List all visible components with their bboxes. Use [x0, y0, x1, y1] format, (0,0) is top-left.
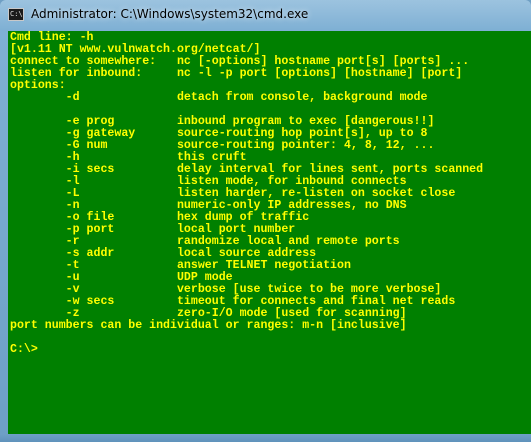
title-bar[interactable]: C:\ Administrator: C:\Windows\system32\c… — [0, 0, 531, 31]
console-line: port numbers can be individual or ranges… — [10, 319, 407, 332]
console-line: -d detach from console, background mode — [10, 91, 428, 104]
command-prompt[interactable]: C:\> — [10, 344, 38, 356]
console-output[interactable]: Cmd line: -h [v1.11 NT www.vulnwatch.org… — [8, 31, 531, 434]
cmd-console-icon[interactable]: C:\ — [8, 8, 24, 21]
console-line: listen for inbound: nc -l -p port [optio… — [10, 67, 463, 80]
cmd-window: C:\ Administrator: C:\Windows\system32\c… — [0, 0, 531, 442]
window-title: Administrator: C:\Windows\system32\cmd.e… — [31, 7, 309, 21]
window-bottom-border — [0, 434, 531, 442]
